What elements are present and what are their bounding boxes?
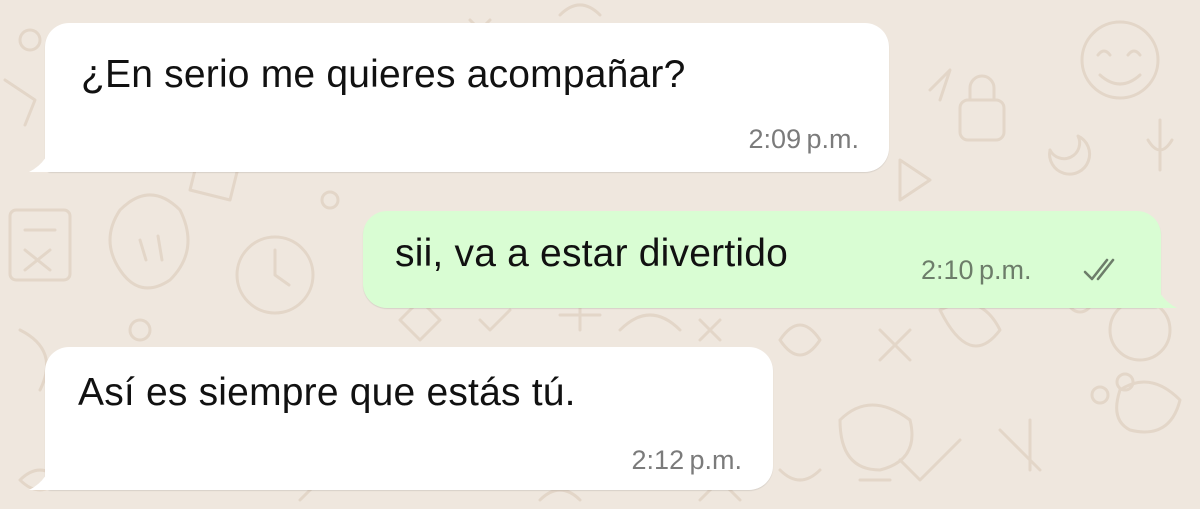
message-text: Así es siempre que estás tú. (78, 371, 576, 414)
double-check-icon (1083, 258, 1115, 281)
message-bubble-outgoing[interactable]: sii, va a estar divertido 2:10 p.m. (363, 211, 1177, 308)
message-text: sii, va a estar divertido (395, 232, 789, 275)
message-timestamp: 2:09 p.m. (748, 124, 859, 154)
message-text: ¿En serio me quieres acompañar? (81, 53, 686, 96)
message-timestamp: 2:10 p.m. (921, 255, 1032, 285)
chat-screen: { "conversation": { "messages": [ { "dir… (0, 0, 1200, 509)
bubble-tail (1141, 274, 1177, 308)
bubble-tail (29, 456, 65, 490)
message-bubble-incoming[interactable]: ¿En serio me quieres acompañar? 2:09 p.m… (29, 23, 889, 172)
message-bubble-incoming[interactable]: Así es siempre que estás tú. 2:12 p.m. (29, 347, 773, 490)
bubble-tail (29, 138, 65, 172)
message-timestamp: 2:12 p.m. (631, 445, 742, 475)
